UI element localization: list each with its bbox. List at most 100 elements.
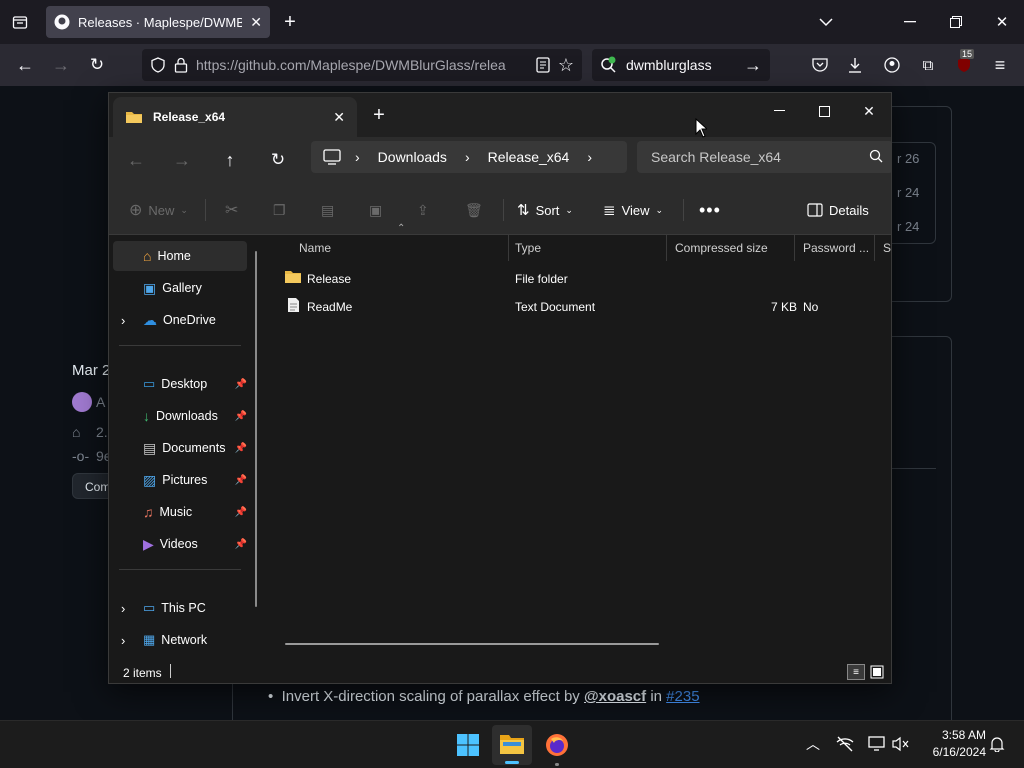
extensions-icon[interactable]: ⧉ xyxy=(918,55,938,75)
cut-icon[interactable]: ✂ xyxy=(225,185,238,235)
taskbar-file-explorer[interactable] xyxy=(492,725,532,765)
up-icon[interactable]: ↑ xyxy=(219,149,241,171)
notification-bell-icon[interactable] xyxy=(988,735,1006,753)
pr-link[interactable]: #235 xyxy=(666,688,699,705)
file-row[interactable]: Release File folder xyxy=(277,265,877,293)
volume-muted-icon[interactable] xyxy=(892,735,910,753)
horizontal-scrollbar[interactable] xyxy=(285,643,659,645)
new-tab-icon[interactable]: + xyxy=(280,11,300,33)
clock[interactable]: 3:58 AM 6/16/2024 xyxy=(920,728,986,759)
rename-icon[interactable]: ▣ xyxy=(369,185,382,235)
tiles-view-icon[interactable] xyxy=(869,664,885,680)
new-tab-icon[interactable]: + xyxy=(369,104,389,126)
browser-tab-active[interactable]: Releases · Maplespe/DWMBlurGlass ✕ xyxy=(46,6,270,38)
pin-icon[interactable]: 📌 xyxy=(235,539,247,550)
url-bar[interactable]: https://github.com/Maplespe/DWMBlurGlass… xyxy=(142,49,582,81)
copy-icon[interactable]: ❐ xyxy=(273,185,286,235)
monitor-icon[interactable] xyxy=(323,149,341,165)
search-bar[interactable]: dwmblurglass → xyxy=(592,49,770,81)
shield-icon[interactable] xyxy=(150,57,166,73)
chevron-right-icon[interactable]: › xyxy=(349,149,366,165)
expand-chevron-icon[interactable]: › xyxy=(121,601,125,616)
expand-chevron-icon[interactable]: › xyxy=(121,633,125,648)
forward-icon[interactable]: → xyxy=(171,149,193,171)
chevron-down-icon[interactable] xyxy=(816,12,836,32)
close-window-icon[interactable]: ✕ xyxy=(992,12,1012,32)
nav-item-pictures[interactable]: ▨ Pictures 📌 xyxy=(113,465,247,495)
column-header-compressed-size[interactable]: Compressed size xyxy=(667,235,795,261)
nav-item-gallery[interactable]: ▣ Gallery xyxy=(113,273,247,303)
sort-button[interactable]: ⇅ Sort ⌄ xyxy=(517,185,573,235)
firefox-icon[interactable] xyxy=(545,733,569,766)
nav-scrollbar[interactable] xyxy=(255,251,257,607)
pin-icon[interactable]: 📌 xyxy=(235,507,247,518)
explorer-tab[interactable]: Release_x64 ✕ xyxy=(113,97,357,137)
close-tab-icon[interactable]: ✕ xyxy=(250,14,262,31)
back-icon[interactable]: ← xyxy=(14,54,36,76)
author-name[interactable]: A xyxy=(96,394,105,410)
reader-view-icon[interactable] xyxy=(536,57,550,73)
text-file-icon xyxy=(287,297,300,316)
chevron-right-icon[interactable]: › xyxy=(581,149,598,165)
column-header-size[interactable]: Si xyxy=(875,235,891,261)
nav-item-documents[interactable]: ▤ Documents 📌 xyxy=(113,433,247,463)
view-button[interactable]: ≣ View ⌄ xyxy=(603,185,663,235)
column-header-password[interactable]: Password ... xyxy=(795,235,875,261)
lock-icon[interactable] xyxy=(174,57,188,73)
maximize-icon[interactable] xyxy=(814,101,834,121)
nav-item-videos[interactable]: ▶ Videos 📌 xyxy=(113,529,247,559)
column-header-name[interactable]: Name xyxy=(291,235,509,261)
breadcrumb-downloads[interactable]: Downloads xyxy=(372,149,453,165)
chevron-right-icon[interactable]: › xyxy=(459,149,476,165)
explorer-search-input[interactable]: Search Release_x64 xyxy=(637,141,891,173)
nav-item-home[interactable]: ⌂ Home xyxy=(113,241,247,271)
close-tab-icon[interactable]: ✕ xyxy=(333,109,345,126)
nav-item-network[interactable]: › ▦ Network xyxy=(113,625,247,655)
pin-icon[interactable]: 📌 xyxy=(235,411,247,422)
pin-icon[interactable]: 📌 xyxy=(235,443,247,454)
nav-item-desktop[interactable]: ▭ Desktop 📌 xyxy=(113,369,247,399)
reload-icon[interactable]: ↻ xyxy=(86,54,108,76)
gallery-icon: ▣ xyxy=(143,279,157,296)
breadcrumb[interactable]: › Downloads › Release_x64 › xyxy=(311,141,627,173)
minimize-icon[interactable] xyxy=(769,101,789,121)
breadcrumb-release[interactable]: Release_x64 xyxy=(482,149,576,165)
delete-icon[interactable]: 🗑 xyxy=(465,185,483,235)
display-icon[interactable] xyxy=(868,735,886,753)
file-row[interactable]: ReadMe Text Document 7 KB No xyxy=(277,293,877,321)
downloads-icon[interactable] xyxy=(845,55,865,75)
account-icon[interactable] xyxy=(882,55,902,75)
restore-icon[interactable] xyxy=(946,12,966,32)
nav-item-thispc[interactable]: › ▭ This PC xyxy=(113,593,247,623)
minimize-icon[interactable] xyxy=(900,12,920,32)
refresh-icon[interactable]: ↻ xyxy=(267,149,289,171)
tag-name[interactable]: 2. xyxy=(96,424,108,440)
details-button[interactable]: Details xyxy=(807,185,869,235)
nav-item-onedrive[interactable]: › ☁ OneDrive xyxy=(113,305,247,335)
more-options-icon[interactable]: ••• xyxy=(699,185,721,235)
back-icon[interactable]: ← xyxy=(125,149,147,171)
avatar[interactable] xyxy=(72,392,92,412)
close-window-icon[interactable]: ✕ xyxy=(859,101,879,121)
go-arrow-icon[interactable]: → xyxy=(744,55,762,76)
pocket-icon[interactable] xyxy=(810,55,830,75)
menu-icon[interactable]: ≡ xyxy=(990,55,1010,75)
expand-chevron-icon[interactable]: › xyxy=(121,313,125,328)
bookmark-star-icon[interactable]: ☆ xyxy=(558,55,574,76)
pin-icon[interactable]: 📌 xyxy=(235,379,247,390)
new-button[interactable]: ⊕ New ⌄ xyxy=(129,185,188,235)
pin-icon[interactable]: 📌 xyxy=(235,475,247,486)
ublock-icon[interactable]: 15 xyxy=(954,49,975,75)
tray-overflow-chevron-icon[interactable]: ︿ xyxy=(804,735,822,753)
paste-icon[interactable]: ▤ xyxy=(321,185,334,235)
share-icon[interactable]: ⇪ xyxy=(417,185,429,235)
nav-item-music[interactable]: ♫ Music 📌 xyxy=(113,497,247,527)
forward-icon[interactable]: → xyxy=(50,54,72,76)
tab-list-icon[interactable] xyxy=(10,12,30,32)
column-header-type[interactable]: Type xyxy=(507,235,667,261)
nav-item-downloads[interactable]: ↓ Downloads 📌 xyxy=(113,401,247,431)
windows-start-icon[interactable] xyxy=(456,733,480,757)
network-disconnected-icon[interactable] xyxy=(836,735,854,753)
user-link[interactable]: @xoascf xyxy=(584,688,646,705)
details-view-icon[interactable]: ≡ xyxy=(847,664,865,680)
